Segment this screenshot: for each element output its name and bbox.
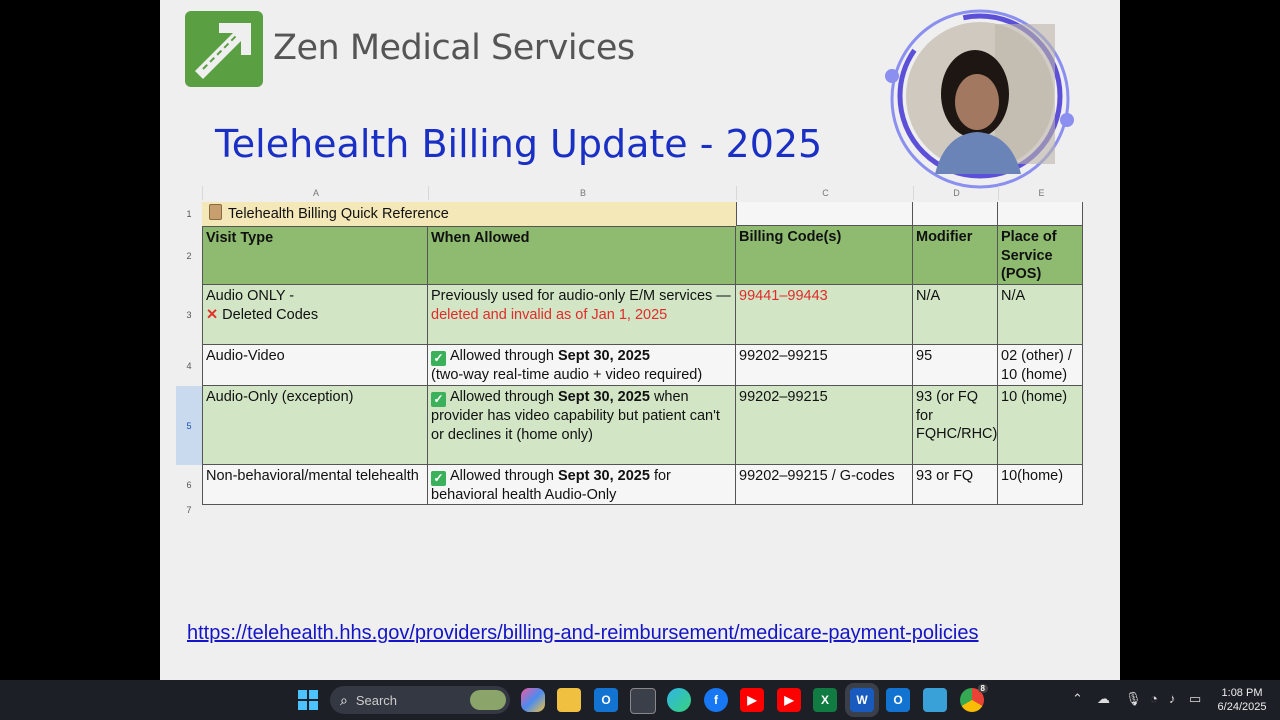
volume-icon[interactable]: ♪ xyxy=(1169,691,1176,706)
cell-c1[interactable] xyxy=(736,202,913,226)
b4-note: (two-way real-time audio + video require… xyxy=(431,367,703,383)
cell-e6[interactable]: 10(home) xyxy=(998,465,1083,505)
cell-c5[interactable]: 99202–99215 xyxy=(736,386,913,465)
wifi-icon[interactable]: ◔ xyxy=(1150,691,1158,706)
row-number-7[interactable]: 7 xyxy=(176,505,202,515)
cell-e1[interactable] xyxy=(998,202,1083,226)
cell-d6[interactable]: 93 or FQ xyxy=(913,465,998,505)
row-number-2[interactable]: 2 xyxy=(176,226,202,285)
row-number-6[interactable]: 6 xyxy=(176,465,202,505)
row-number-1[interactable]: 1 xyxy=(176,202,202,226)
visit-type-audio-only: Audio ONLY - xyxy=(206,288,295,304)
cell-d3[interactable]: N/A xyxy=(913,285,998,345)
row-number-4[interactable]: 4 xyxy=(176,345,202,386)
windows-start-icon[interactable] xyxy=(296,688,320,712)
youtube-icon[interactable]: ▶ xyxy=(740,688,764,712)
company-name: Zen Medical Services xyxy=(273,28,635,68)
cell-e3[interactable]: N/A xyxy=(998,285,1083,345)
clock-time: 1:08 PM xyxy=(1221,687,1263,699)
cell-d5[interactable]: 93 (or FQ for FQHC/RHC) xyxy=(913,386,998,465)
header-modifier[interactable]: Modifier xyxy=(913,226,998,285)
sheet-title: Telehealth Billing Quick Reference xyxy=(228,206,449,222)
column-header-d[interactable]: D xyxy=(913,186,999,200)
column-header-a[interactable]: A xyxy=(202,186,429,200)
show-hidden-icons-chevron-icon[interactable]: ⌃ xyxy=(1072,691,1083,707)
file-explorer-icon[interactable] xyxy=(557,688,581,712)
checkmark-icon: ✓ xyxy=(431,392,446,407)
outlook-icon[interactable]: O xyxy=(594,688,618,712)
cross-mark-icon: ✕ xyxy=(206,306,219,323)
cell-a5[interactable]: Audio-Only (exception) xyxy=(202,386,428,465)
sheet-title-cell[interactable]: Telehealth Billing Quick Reference xyxy=(202,202,736,226)
column-header-e[interactable]: E xyxy=(998,186,1084,200)
cell-a4[interactable]: Audio-Video xyxy=(202,345,428,386)
microphone-icon[interactable]: 🎙 xyxy=(1125,691,1142,707)
search-placeholder: Search xyxy=(355,692,398,708)
presentation-slide: Zen Medical Services Telehealth Billing … xyxy=(160,0,1120,680)
header-pos[interactable]: Place of Service (POS) xyxy=(998,226,1083,285)
system-clock[interactable]: 1:08 PM 6/24/2025 xyxy=(1212,686,1272,714)
cell-e5[interactable]: 10 (home) xyxy=(998,386,1083,465)
column-header-b[interactable]: B xyxy=(428,186,737,200)
row-number-5[interactable]: 5 xyxy=(176,386,202,465)
cell-e4[interactable]: 02 (other) / 10 (home) xyxy=(998,345,1083,386)
search-highlight-image-icon xyxy=(470,690,506,710)
chrome-notification-badge: 8 xyxy=(977,684,988,693)
b6-text: Allowed through xyxy=(450,468,559,484)
logo-arrow-icon xyxy=(185,11,263,87)
word-icon[interactable]: W xyxy=(850,688,874,712)
battery-icon[interactable]: ▭ xyxy=(1189,691,1201,707)
header-when-allowed[interactable]: When Allowed xyxy=(428,226,736,285)
b6-date: Sept 30, 2025 xyxy=(558,468,650,484)
cell-d4[interactable]: 95 xyxy=(913,345,998,386)
cell-b6[interactable]: ✓ Allowed through Sept 30, 2025 for behav… xyxy=(428,465,736,505)
cell-c6[interactable]: 99202–99215 / G-codes xyxy=(736,465,913,505)
search-icon: ⌕ xyxy=(340,691,348,708)
cell-c3[interactable]: 99441–99443 xyxy=(736,285,913,345)
microsoft-store-icon[interactable] xyxy=(630,688,656,714)
chrome-icon[interactable]: 8 xyxy=(960,684,988,712)
copilot-icon[interactable] xyxy=(521,688,545,712)
checkmark-icon: ✓ xyxy=(431,471,446,486)
notepad-icon[interactable] xyxy=(923,688,947,712)
cell-b3[interactable]: Previously used for audio-only E/M servi… xyxy=(428,285,736,345)
header-visit-type[interactable]: Visit Type xyxy=(202,226,428,285)
checkmark-icon: ✓ xyxy=(431,351,446,366)
clipboard-icon xyxy=(209,204,222,220)
column-header-c[interactable]: C xyxy=(736,186,914,200)
excel-icon[interactable]: X xyxy=(813,688,837,712)
b4-date: Sept 30, 2025 xyxy=(558,348,650,364)
taskbar-search-box[interactable]: ⌕ Search xyxy=(330,686,510,714)
row-number-3[interactable]: 3 xyxy=(176,285,202,345)
b5-date: Sept 30, 2025 xyxy=(558,389,650,405)
cell-a6[interactable]: Non-behavioral/mental telehealth xyxy=(202,465,428,505)
onedrive-cloud-icon[interactable]: ☁ xyxy=(1097,691,1110,707)
presenter-webcam-video xyxy=(885,9,1074,189)
edge-icon[interactable] xyxy=(667,688,691,712)
facebook-icon[interactable]: f xyxy=(704,688,728,712)
b3-deleted-text: deleted and invalid as of Jan 1, 2025 xyxy=(431,306,668,323)
cell-c4[interactable]: 99202–99215 xyxy=(736,345,913,386)
cell-b4[interactable]: ✓ Allowed through Sept 30, 2025 (two-way r… xyxy=(428,345,736,386)
slide-title: Telehealth Billing Update - 2025 xyxy=(215,122,823,166)
deleted-codes-label: Deleted Codes xyxy=(222,306,319,323)
clock-date: 6/24/2025 xyxy=(1217,701,1267,713)
cell-b5[interactable]: ✓ Allowed through Sept 30, 2025 when prov… xyxy=(428,386,736,465)
reference-link[interactable]: https://telehealth.hhs.gov/providers/bil… xyxy=(187,622,979,645)
b5-text: Allowed through xyxy=(450,389,559,405)
outlook-icon-2[interactable]: O xyxy=(886,688,910,712)
b3-text: Previously used for audio-only E/M servi… xyxy=(431,288,731,304)
cell-d1[interactable] xyxy=(913,202,998,226)
b4-text: Allowed through xyxy=(450,348,559,364)
cell-a3[interactable]: Audio ONLY - ✕ Deleted Codes xyxy=(202,285,428,345)
youtube-icon-2[interactable]: ▶ xyxy=(777,688,801,712)
taskbar: ⌕ Search O f ▶ ▶ X W O 8 ⌃ ☁ 🎙 ◔ ♪ ▭ 1:0… xyxy=(0,680,1280,720)
header-billing-codes[interactable]: Billing Code(s) xyxy=(736,226,913,285)
